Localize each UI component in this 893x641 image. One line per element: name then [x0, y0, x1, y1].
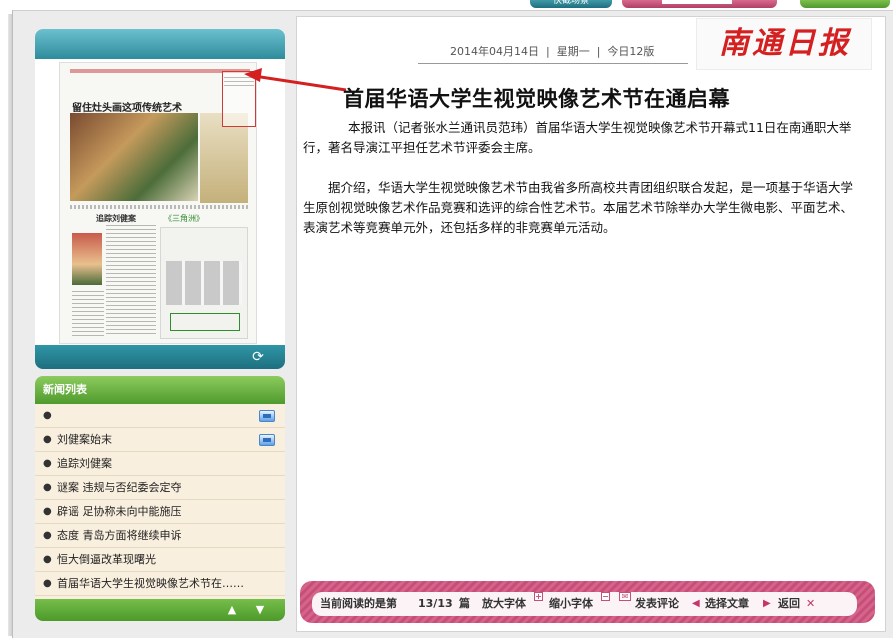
reader-toolbar-inner: 当前阅读的是第 13/13 篇 放大字体 + 缩小字体 − ✉ 发表评论 ◀ 选… [312, 592, 857, 616]
newspaper-logo-text: 南通日报 [719, 26, 851, 61]
article-paragraph: 据介绍，华语大学生视觉映像艺术节由我省多所高校共青团组织联合发起，是一项基于华语… [303, 180, 854, 235]
bullet-icon: ● [43, 410, 52, 421]
issue-weekday: 星期一 [556, 45, 590, 58]
search-input[interactable] [662, 0, 732, 4]
zoom-in-icon[interactable]: + [534, 592, 543, 601]
page-down-icon[interactable]: ▼ [253, 604, 267, 616]
news-item-label: 谜案 违规与否纪委会定夺 [57, 481, 182, 494]
reading-position-label: 当前阅读的是第 [320, 597, 397, 610]
quick-scene-button[interactable]: 快截场景 [530, 0, 612, 8]
reading-position-suffix: 篇 [459, 597, 470, 610]
date-underline [418, 63, 688, 64]
article-title: 首届华语大学生视觉映像艺术节在通启幕 [343, 87, 730, 111]
news-list-footer: ▲ ▼ [35, 599, 285, 621]
separator: | [593, 45, 604, 58]
article-paragraph: 本报讯（记者张水兰通讯员范玮）首届华语大学生视觉映像艺术节开幕式11日在南通职大… [303, 120, 852, 155]
news-list-item[interactable]: ● [35, 404, 285, 428]
newspaper-logo: 南通日报 [696, 18, 872, 70]
issue-edition: 今日12版 [607, 45, 655, 58]
bullet-icon: ● [43, 530, 52, 541]
bullet-icon: ● [43, 578, 52, 589]
news-list-item[interactable]: ● 追踪刘健案 [35, 452, 285, 476]
news-item-label: 恒大倒逼改革现曙光 [57, 553, 156, 566]
arrow-right-icon[interactable]: ▶ [763, 592, 771, 616]
paper-advertisement-images [166, 261, 242, 305]
news-list-item[interactable]: ● 恒大倒逼改革现曙光 [35, 548, 285, 572]
reading-position-value: 13/13 [418, 597, 453, 610]
paper-text-block [70, 205, 250, 209]
back-button[interactable]: 返回 [778, 592, 800, 616]
separator: | [542, 45, 554, 58]
reader-toolbar: 当前阅读的是第 13/13 篇 放大字体 + 缩小字体 − ✉ 发表评论 ◀ 选… [300, 581, 875, 623]
thumbnail-footer: ⟳ [35, 345, 285, 369]
paper-headline: 追踪刘健案 [96, 214, 136, 223]
refresh-icon[interactable]: ⟳ [249, 349, 267, 365]
newspaper-page-thumbnail[interactable]: 留住灶头画这项传统艺术 追踪刘健案 《三角洲》 [59, 62, 257, 344]
news-list-title: 新闻列表 [35, 376, 285, 404]
paper-section-logo: 《三角洲》 [164, 214, 204, 223]
page-up-icon[interactable]: ▲ [225, 604, 239, 616]
news-list-panel: 新闻列表 ● ● 刘健案始末 ● 追踪刘健案 ● 谜案 违规与否纪委会定夺 ● 辟谣 足… [35, 376, 285, 621]
select-article-button[interactable]: 选择文章 [705, 592, 749, 616]
thumbnail-body: 留住灶头画这项传统艺术 追踪刘健案 《三角洲》 [35, 59, 285, 345]
close-icon[interactable]: ✕ [806, 592, 815, 616]
paper-text-block [106, 225, 156, 335]
news-list-item[interactable]: ● 态度 青岛方面将继续申诉 [35, 524, 285, 548]
envelope-icon[interactable]: ✉ [619, 592, 631, 601]
issue-date: 2014年04月14日 [450, 45, 539, 58]
issue-date-line: 2014年04月14日 | 星期一 | 今日12版 [450, 43, 654, 59]
news-item-label: 追踪刘健案 [57, 457, 112, 470]
search-button[interactable] [622, 0, 777, 8]
news-list-item[interactable]: ● 刘健案始末 [35, 428, 285, 452]
news-list-item[interactable]: ● 首届华语大学生视觉映像艺术节在…… [35, 572, 285, 596]
paper-headline: 留住灶头画这项传统艺术 [72, 103, 182, 114]
arrow-left-icon[interactable]: ◀ [692, 592, 700, 616]
zoom-out-button[interactable]: 缩小字体 [549, 592, 593, 616]
news-list: ● ● 刘健案始末 ● 追踪刘健案 ● 谜案 违规与否纪委会定夺 ● 辟谣 足协称未向中… [35, 404, 285, 596]
paper-photo [72, 233, 102, 285]
news-item-label: 首届华语大学生视觉映像艺术节在…… [57, 577, 244, 590]
video-icon[interactable] [259, 434, 275, 446]
paper-advertisement-box [170, 313, 240, 331]
bullet-icon: ● [43, 506, 52, 517]
news-item-label: 刘健案始末 [57, 433, 112, 446]
bullet-icon: ● [43, 482, 52, 493]
video-icon[interactable] [259, 410, 275, 422]
comment-button[interactable]: 发表评论 [635, 592, 679, 616]
news-list-item[interactable]: ● 谜案 违规与否纪委会定夺 [35, 476, 285, 500]
paper-photo [70, 113, 198, 201]
zoom-out-icon[interactable]: − [601, 592, 610, 601]
thumbnail-header [35, 29, 285, 59]
bullet-icon: ● [43, 434, 52, 445]
news-item-label: 态度 青岛方面将继续申诉 [57, 529, 182, 542]
bullet-icon: ● [43, 458, 52, 469]
paper-text-block [72, 291, 104, 339]
bullet-icon: ● [43, 554, 52, 565]
pointer-arrow-icon [244, 68, 347, 92]
news-item-label: 辟谣 足协称未向中能施压 [57, 505, 182, 518]
window-controls-button[interactable] [800, 0, 890, 8]
zoom-in-button[interactable]: 放大字体 [482, 592, 526, 616]
news-list-item[interactable]: ● 辟谣 足协称未向中能施压 [35, 500, 285, 524]
